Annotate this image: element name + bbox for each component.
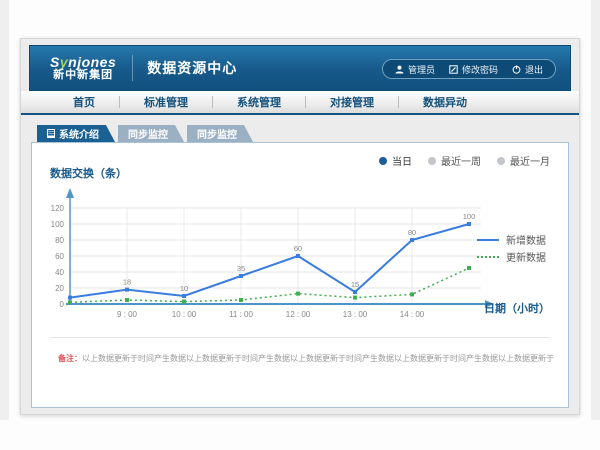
footnote: 备注：以上数据更新于时间产生数据以上数据更新于时间产生数据以上数据更新于时间产生… [58, 353, 554, 364]
svg-text:120: 120 [51, 204, 65, 213]
radio-dot [428, 157, 436, 165]
tab-label: 系统介绍 [59, 126, 99, 141]
legend-item-updated-data: 更新数据 [477, 248, 546, 265]
legend-label: 新增数据 [506, 232, 546, 247]
nav-item-standard-mgmt[interactable]: 标准管理 [120, 94, 212, 110]
chart-panel: 当日 最近一周 最近一月 数据交换（条） 0204060801001209 : … [31, 142, 569, 408]
app-window: Synjones 新中新集团 数据资源中心 管理员 修改密码 退出 [20, 38, 580, 415]
tab-label: 同步监控 [128, 126, 168, 141]
brand-logo: Synjones 新中新集团 [50, 55, 116, 81]
viewport-edge-right [591, 0, 600, 420]
svg-text:80: 80 [55, 236, 64, 245]
filter-option-label: 最近一周 [441, 153, 481, 168]
svg-text:10: 10 [180, 284, 188, 293]
nav-item-home[interactable]: 首页 [49, 94, 119, 110]
edit-icon [449, 65, 458, 74]
power-icon [512, 65, 521, 74]
radio-dot [497, 157, 505, 165]
user-button[interactable]: 管理员 [395, 63, 435, 76]
footnote-text: 以上数据更新于时间产生数据以上数据更新于时间产生数据以上数据更新于时间产生数据以… [82, 354, 554, 363]
user-actions-pill: 管理员 修改密码 退出 [382, 59, 556, 79]
nav-item-interface-mgmt[interactable]: 对接管理 [306, 94, 398, 110]
footnote-label: 备注： [58, 354, 82, 363]
svg-text:13 : 00: 13 : 00 [343, 310, 368, 319]
logout-button[interactable]: 退出 [512, 63, 543, 76]
change-password-button[interactable]: 修改密码 [449, 63, 498, 76]
logout-label: 退出 [525, 63, 543, 76]
change-password-label: 修改密码 [462, 63, 498, 76]
svg-text:11 : 00: 11 : 00 [229, 310, 253, 319]
note-divider [50, 337, 550, 338]
filter-option-last-month[interactable]: 最近一月 [497, 153, 550, 168]
tab-bar: 系统介绍 同步监控 同步监控 [37, 125, 569, 142]
legend-item-new-data: 新增数据 [477, 231, 546, 248]
solid-line-icon [477, 239, 499, 241]
filter-option-label: 最近一月 [510, 153, 550, 168]
page: Synjones 新中新集团 数据资源中心 管理员 修改密码 退出 [0, 0, 600, 450]
svg-text:20: 20 [55, 284, 64, 293]
filter-option-label: 当日 [392, 153, 412, 168]
svg-text:60: 60 [55, 252, 64, 261]
brand-logo-text: Synjones [50, 55, 116, 70]
svg-text:40: 40 [55, 268, 64, 277]
nav-item-system-mgmt[interactable]: 系统管理 [213, 94, 305, 110]
tab-sync-monitor-2[interactable]: 同步监控 [187, 125, 253, 142]
svg-text:15: 15 [351, 280, 359, 289]
svg-text:14 : 00: 14 : 00 [400, 310, 425, 319]
filter-option-last-week[interactable]: 最近一周 [428, 153, 481, 168]
nav-item-data-change[interactable]: 数据异动 [399, 94, 491, 110]
filter-option-today[interactable]: 当日 [379, 153, 412, 168]
svg-text:0: 0 [60, 300, 65, 309]
x-axis-title: 日期（小时） [484, 300, 550, 316]
header-divider [132, 55, 133, 81]
page-title: 数据资源中心 [147, 58, 237, 78]
svg-text:35: 35 [237, 264, 245, 273]
line-chart: 0 20 40 60 80 100 120 9 : 00 10 : 00 11 : 00 12 : … [40, 167, 510, 325]
time-range-filter: 当日 最近一周 最近一月 [379, 153, 550, 168]
dotted-line-icon [477, 256, 499, 258]
svg-text:100: 100 [51, 220, 65, 229]
svg-text:12 : 00: 12 : 00 [286, 310, 311, 319]
svg-text:60: 60 [294, 244, 302, 253]
svg-text:80: 80 [408, 228, 416, 237]
radio-dot [379, 157, 387, 165]
svg-text:9 : 00: 9 : 00 [117, 310, 138, 319]
main-nav: 首页 标准管理 系统管理 对接管理 数据异动 [21, 91, 579, 115]
tab-system-intro[interactable]: 系统介绍 [37, 125, 115, 142]
series-legend: 新增数据 更新数据 [477, 231, 546, 265]
svg-text:10 : 00: 10 : 00 [172, 310, 197, 319]
document-icon [47, 129, 55, 138]
tab-label: 同步监控 [197, 126, 237, 141]
brand-logo-subtitle: 新中新集团 [50, 70, 116, 82]
tab-sync-monitor-1[interactable]: 同步监控 [118, 125, 184, 142]
viewport-edge-left [0, 0, 9, 420]
svg-text:18: 18 [123, 278, 131, 287]
svg-text:100: 100 [463, 212, 476, 221]
user-button-label: 管理员 [408, 63, 435, 76]
header-bar: Synjones 新中新集团 数据资源中心 管理员 修改密码 退出 [29, 45, 571, 91]
content-area: 系统介绍 同步监控 同步监控 当日 最近一周 [21, 115, 579, 408]
legend-label: 更新数据 [506, 249, 546, 264]
user-icon [395, 65, 404, 74]
